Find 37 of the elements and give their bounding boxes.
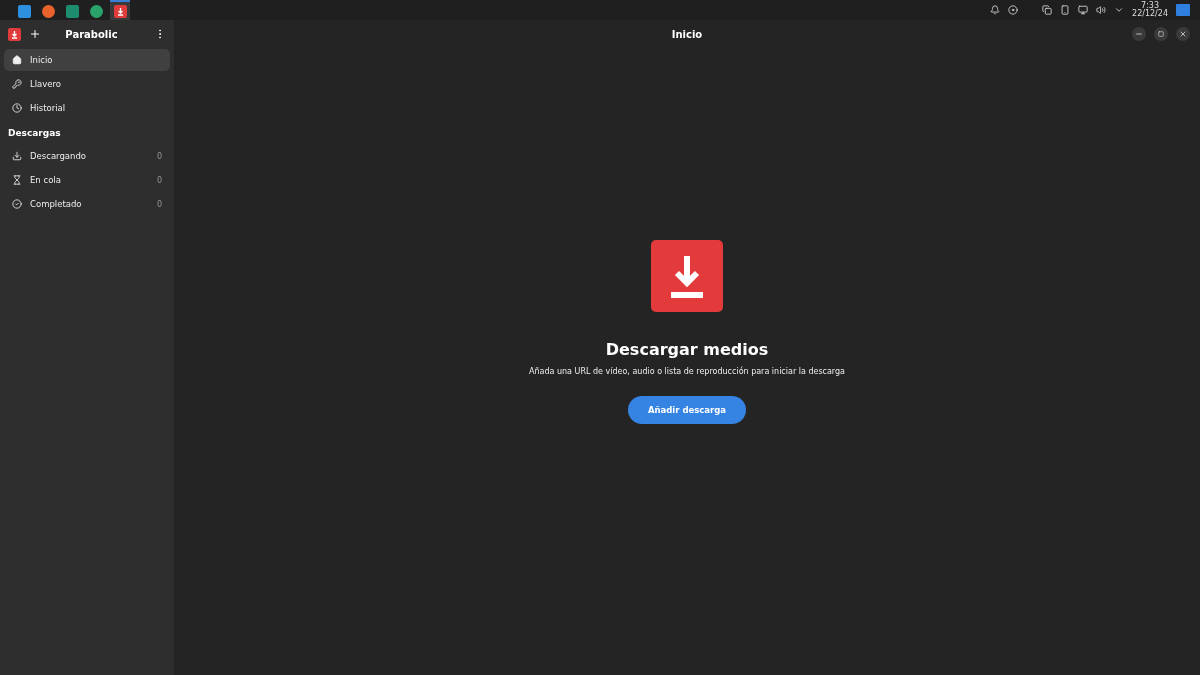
monitor-icon[interactable] [1078,5,1089,15]
maximize-icon [1158,31,1164,37]
download-app-icon [113,4,127,18]
status-description: Añada una URL de vídeo, audio o lista de reproducción para iniciar la descarga [529,366,845,376]
key-icon [12,79,22,89]
sidebar-item[interactable]: En cola 0 [4,169,170,191]
check-circle-icon [12,199,22,209]
download-logo-icon [651,239,723,312]
hourglass-icon [12,175,22,185]
section-heading: Descargas [7,127,62,140]
sidebar-item[interactable]: Historial [4,97,170,119]
download-icon [12,151,22,161]
status-heading: Descargar medios [605,339,769,359]
page-title: Inicio [671,28,703,40]
clock-icon [12,103,22,113]
minimize-button[interactable] [1132,27,1146,41]
bell-icon[interactable] [990,5,1001,15]
sidebar-item[interactable]: Descargando 0 [4,145,170,167]
maximize-button[interactable] [1154,27,1168,41]
home-icon [12,55,22,65]
close-icon [1179,30,1187,38]
clipboard-icon[interactable] [1042,5,1053,15]
volume-icon[interactable] [1096,5,1107,15]
caret-icon[interactable] [1114,5,1125,15]
phone-icon[interactable] [1060,5,1071,15]
disc-icon[interactable] [1008,5,1019,15]
sidebar-item[interactable]: Completado 0 [4,193,170,215]
close-button[interactable] [1176,27,1190,41]
sidebar-item[interactable]: Inicio [4,49,170,71]
clock[interactable]: 7:33 22/12/24 [1132,2,1168,18]
minimize-icon [1135,30,1143,38]
sidebar-item[interactable]: Llavero [4,73,170,95]
download-app-icon [8,27,21,41]
add-icon[interactable] [29,28,41,40]
app-title: Parabolic [64,28,119,40]
add-download-button[interactable]: Añadir descarga [627,395,747,424]
taskbar-app[interactable] [110,0,130,20]
